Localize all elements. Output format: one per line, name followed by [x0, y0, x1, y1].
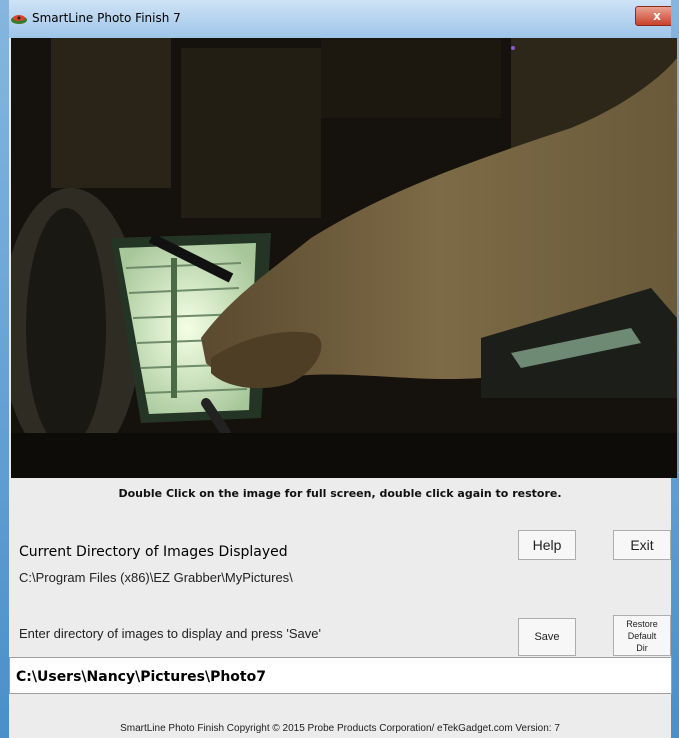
- current-directory-label: Current Directory of Images Displayed: [19, 544, 288, 560]
- restore-button-line-3: Dir: [636, 643, 648, 653]
- current-directory-path: C:\Program Files (x86)\EZ Grabber\MyPict…: [19, 570, 293, 585]
- fullscreen-hint: Double Click on the image for full scree…: [118, 487, 562, 500]
- help-button[interactable]: Help: [518, 530, 576, 560]
- app-window: SmartLine Photo Finish 7 x Double Click …: [0, 0, 679, 738]
- save-button[interactable]: Save: [518, 618, 576, 656]
- copyright-footer: SmartLine Photo Finish Copyright © 2015 …: [120, 723, 560, 734]
- exit-button[interactable]: Exit: [613, 530, 671, 560]
- restore-default-dir-button[interactable]: Restore Default Dir: [613, 615, 671, 656]
- window-title: SmartLine Photo Finish 7: [32, 11, 181, 25]
- app-logo-icon: [11, 15, 27, 24]
- control-panel: Double Click on the image for full scree…: [9, 478, 671, 738]
- directory-input[interactable]: [9, 657, 672, 694]
- restore-button-line-2: Default: [627, 631, 657, 641]
- photo-preview[interactable]: [11, 38, 677, 478]
- title-bar[interactable]: SmartLine Photo Finish 7 x: [0, 0, 679, 38]
- window-left-border: [0, 0, 9, 738]
- restore-button-line-1: Restore: [626, 619, 658, 629]
- enter-directory-label: Enter directory of images to display and…: [19, 626, 321, 641]
